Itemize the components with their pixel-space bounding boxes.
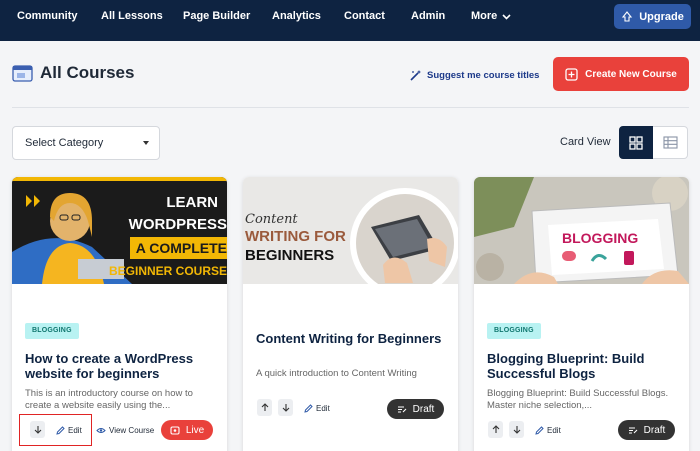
category-badge: BLOGGING xyxy=(487,323,541,339)
thumb-text-line: A COMPLETE xyxy=(136,240,227,256)
view-course-label: View Course xyxy=(109,425,155,435)
magic-wand-icon xyxy=(410,69,421,81)
status-label: Live xyxy=(185,424,205,436)
nav-community[interactable]: Community xyxy=(17,0,78,33)
create-course-label: Create New Course xyxy=(585,68,677,80)
thumb-text-line: WORDPRESS xyxy=(129,216,227,233)
nav-contact[interactable]: Contact xyxy=(344,0,385,33)
folder-icon xyxy=(12,65,33,82)
pencil-icon xyxy=(535,425,544,435)
thumb-text-line: BEGINNER COURSE xyxy=(109,264,227,278)
thumb-text-line: BLOGGING xyxy=(562,230,638,246)
upgrade-button[interactable]: Upgrade xyxy=(614,4,691,29)
suggest-label: Suggest me course titles xyxy=(427,69,540,81)
view-mode-label: Card View xyxy=(560,136,611,148)
thumb-text-line: LEARN xyxy=(166,194,218,211)
suggest-titles-link[interactable]: Suggest me course titles xyxy=(409,67,539,83)
arrow-up-icon xyxy=(492,425,499,433)
category-select-value: Select Category xyxy=(25,137,104,149)
thumb-text-line: WRITING FOR xyxy=(245,228,346,245)
category-select[interactable]: Select Category xyxy=(12,126,160,160)
arrow-up-icon xyxy=(261,403,268,411)
move-up-button[interactable] xyxy=(488,421,503,438)
chevron-down-icon xyxy=(502,13,511,20)
edit-button[interactable]: Edit xyxy=(535,423,561,437)
list-view-button[interactable] xyxy=(653,126,688,159)
category-badge: BLOGGING xyxy=(25,323,79,339)
edit-button[interactable]: Edit xyxy=(304,401,330,415)
course-card: Content WRITING FOR BEGINNERS Content Wr… xyxy=(243,177,458,451)
course-thumbnail: BLOGGING xyxy=(474,177,689,284)
course-description: This is an introductory course on how to… xyxy=(25,388,193,411)
course-description: A quick introduction to Content Writing xyxy=(256,368,417,379)
status-draft-button[interactable]: Draft xyxy=(387,399,444,419)
draft-icon xyxy=(397,406,407,413)
upgrade-label: Upgrade xyxy=(639,10,684,23)
eye-icon xyxy=(96,427,106,433)
grid-view-icon xyxy=(629,135,643,150)
arrow-down-icon xyxy=(513,426,520,434)
arrow-down-icon xyxy=(282,404,289,412)
course-thumbnail: Content WRITING FOR BEGINNERS xyxy=(243,177,458,284)
highlight-annotation-box xyxy=(19,414,92,446)
list-view-icon xyxy=(662,136,678,149)
course-title[interactable]: Blogging Blueprint: Build Successful Blo… xyxy=(487,351,679,381)
course-description: Blogging Blueprint: Build Successful Blo… xyxy=(487,388,669,411)
move-down-button[interactable] xyxy=(509,421,524,438)
grid-view-button[interactable] xyxy=(619,126,653,159)
status-label: Draft xyxy=(412,403,435,415)
pencil-icon xyxy=(304,403,313,413)
thumb-text-line: Content xyxy=(245,212,298,227)
edit-label: Edit xyxy=(316,403,330,413)
draft-icon xyxy=(628,427,638,434)
move-down-button[interactable] xyxy=(278,399,293,416)
edit-label: Edit xyxy=(547,425,561,435)
course-title[interactable]: How to create a WordPress website for be… xyxy=(25,351,217,381)
nav-more[interactable]: More xyxy=(471,0,511,33)
plus-square-icon xyxy=(565,67,578,81)
nav-analytics[interactable]: Analytics xyxy=(272,0,321,33)
course-thumbnail: LEARN WORDPRESS A COMPLETE BEGINNER COUR… xyxy=(12,177,227,284)
move-up-button[interactable] xyxy=(257,399,272,416)
status-label: Draft xyxy=(643,424,666,436)
course-title[interactable]: Content Writing for Beginners xyxy=(256,331,448,346)
top-navigation: Community All Lessons Page Builder Analy… xyxy=(0,0,700,41)
course-card: BLOGGING BLOGGING Blogging Blueprint: Bu… xyxy=(474,177,689,451)
page-title: All Courses xyxy=(40,63,135,82)
course-card: LEARN WORDPRESS A COMPLETE BEGINNER COUR… xyxy=(12,177,227,451)
thumb-text-line: BEGINNERS xyxy=(245,247,334,264)
caret-down-icon xyxy=(143,141,149,145)
nav-admin[interactable]: Admin xyxy=(411,0,445,33)
rocket-icon xyxy=(622,10,633,22)
broadcast-icon xyxy=(170,425,180,435)
view-course-link[interactable]: View Course xyxy=(96,423,154,437)
nav-all-lessons[interactable]: All Lessons xyxy=(101,0,163,33)
status-live-button[interactable]: Live xyxy=(161,420,213,440)
create-course-button[interactable]: Create New Course xyxy=(553,57,689,91)
header-divider xyxy=(12,107,689,108)
nav-more-label: More xyxy=(471,10,498,22)
nav-page-builder[interactable]: Page Builder xyxy=(183,0,250,33)
status-draft-button[interactable]: Draft xyxy=(618,420,675,440)
